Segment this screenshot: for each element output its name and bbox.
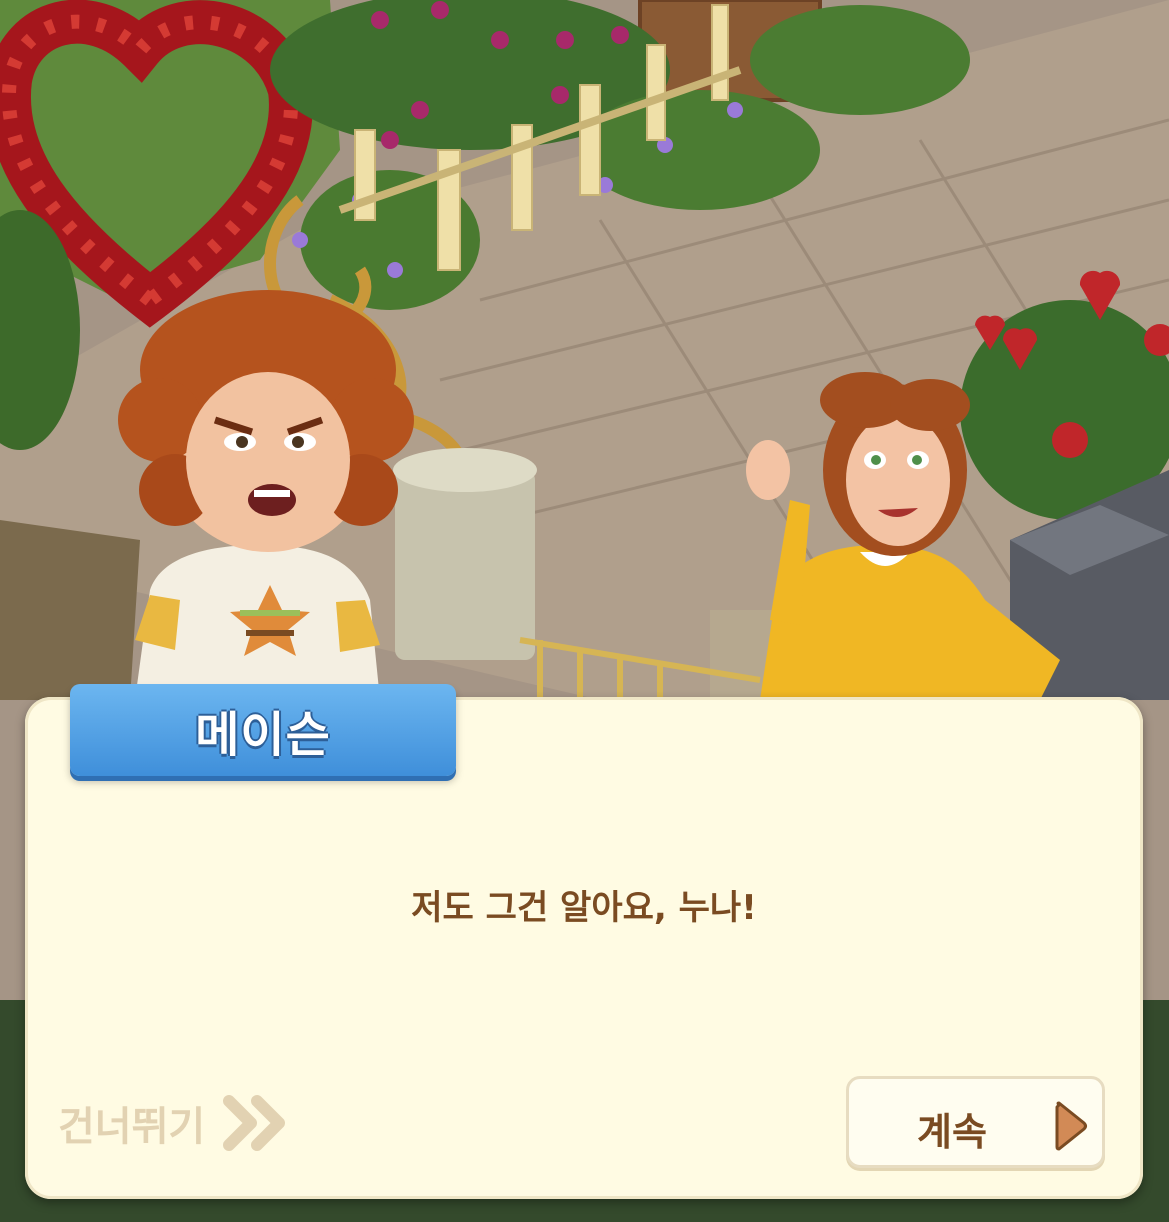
skip-label: 건너뛰기 <box>58 1104 206 1150</box>
speaker-name: 메이슨 <box>195 707 331 763</box>
dialog-line: 저도 그건 알아요, 누나! <box>411 888 757 928</box>
play-arrow-icon <box>1055 1101 1087 1151</box>
mason-character <box>118 290 414 700</box>
continue-label: 계속 <box>917 1110 987 1154</box>
double-chevron-right-icon <box>223 1095 286 1151</box>
skip-button[interactable]: 건너뛰기 <box>58 1090 289 1156</box>
continue-button[interactable]: 계속 <box>846 1076 1105 1168</box>
speaker-name-tag: 메이슨 <box>70 684 456 776</box>
